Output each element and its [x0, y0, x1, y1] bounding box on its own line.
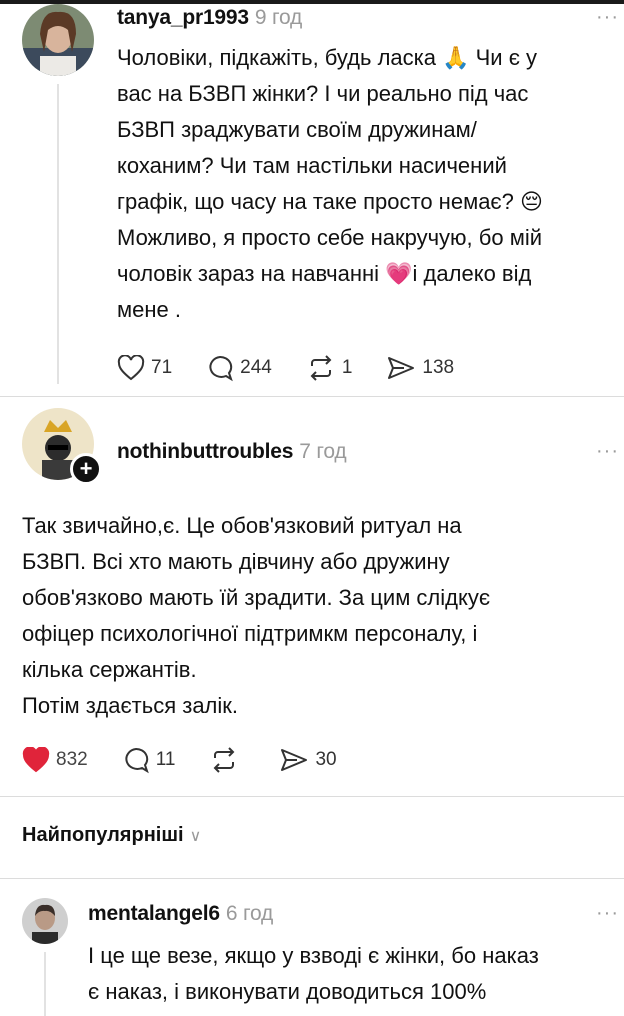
- post-actions: 832 11 30: [22, 746, 371, 774]
- avatar-mentalangel6[interactable]: [22, 898, 68, 944]
- post-text: Так звичайно,є. Це обов'язковий ритуал н…: [22, 508, 617, 724]
- sort-dropdown[interactable]: Найпопулярніші ∨: [22, 824, 201, 847]
- divider: [0, 796, 624, 797]
- reply-time: 6 год: [225, 902, 274, 925]
- username-text[interactable]: mentalangel6: [88, 902, 220, 925]
- chevron-down-icon: ∨: [189, 828, 202, 845]
- thread-line: [57, 84, 59, 384]
- text-line: Так звичайно,є. Це обов'язковий ритуал н…: [22, 513, 462, 538]
- avatar-tanya[interactable]: [22, 4, 94, 76]
- post-username[interactable]: tanya_pr1993 9 год: [117, 6, 302, 30]
- reply-username[interactable]: mentalangel6 6 год: [88, 902, 273, 926]
- divider: [0, 878, 624, 879]
- comment-button[interactable]: 11: [122, 746, 176, 774]
- share-button[interactable]: 30: [279, 747, 337, 773]
- like-button[interactable]: 71: [117, 355, 172, 381]
- repost-button[interactable]: [209, 747, 245, 773]
- send-icon: [388, 357, 415, 379]
- text-line: офіцер психологічної підтримкм персоналу…: [22, 621, 478, 646]
- comment-count: 11: [155, 749, 176, 770]
- divider: [0, 396, 624, 397]
- text-line: БЗВП. Всі хто мають дівчину або дружину: [22, 549, 450, 574]
- status-strip: [0, 0, 624, 4]
- follow-button[interactable]: +: [70, 453, 102, 485]
- repost-button[interactable]: 1: [306, 355, 353, 381]
- post-time: 7 год: [299, 440, 347, 463]
- send-icon: [281, 749, 308, 771]
- like-count: 832: [56, 749, 88, 770]
- comment-icon: [125, 747, 149, 774]
- share-button[interactable]: 138: [386, 355, 454, 381]
- text-line: є наказ, і виконувати доводиться 100%: [88, 979, 487, 1004]
- post-text: Чоловіки, підкажіть, будь ласка 🙏 Чи є у…: [117, 40, 617, 328]
- text-line: обов'язково мають їй зрадити. За цим слі…: [22, 585, 491, 610]
- like-count: 71: [151, 357, 173, 378]
- text-line: графік, що часу на таке просто немає? 😔: [117, 189, 543, 214]
- repost-icon: [214, 747, 235, 773]
- sort-label: Найпопулярніші: [22, 824, 184, 846]
- more-options-button[interactable]: ···: [596, 902, 619, 925]
- post-username[interactable]: nothinbuttroubles 7 год: [117, 440, 347, 464]
- text-line: Чоловіки, підкажіть, будь ласка 🙏 Чи є у: [117, 45, 538, 70]
- share-count: 138: [422, 357, 455, 378]
- post-actions: 71 244 1 138: [117, 354, 488, 382]
- text-line: БЗВП зраджувати своїм дружинам/: [117, 117, 477, 142]
- comment-button[interactable]: 244: [206, 354, 272, 382]
- heart-icon: [117, 355, 145, 381]
- text-line: чоловік зараз на навчанні 💗і далеко від: [117, 261, 532, 286]
- thread-line: [44, 952, 46, 1016]
- text-line: Можливо, я просто себе накручую, бо мій: [117, 225, 543, 250]
- post-time: 9 год: [254, 6, 303, 29]
- more-options-button[interactable]: ···: [596, 6, 619, 29]
- like-button[interactable]: 832: [22, 747, 88, 773]
- repost-icon: [310, 355, 332, 381]
- repost-count: 1: [341, 357, 353, 378]
- text-line: кілька сержантів.: [22, 657, 197, 682]
- share-count: 30: [315, 749, 337, 770]
- heart-filled-icon: [22, 747, 50, 773]
- comment-count: 244: [240, 357, 272, 378]
- more-options-button[interactable]: ···: [596, 440, 619, 463]
- text-line: коханим? Чи там настільки насичений: [117, 153, 507, 178]
- username-text[interactable]: tanya_pr1993: [117, 6, 249, 29]
- username-text[interactable]: nothinbuttroubles: [117, 440, 293, 463]
- text-line: мене .: [117, 297, 181, 322]
- comment-icon: [209, 355, 233, 382]
- text-line: І це ще везе, якщо у взводі є жінки, бо …: [88, 943, 539, 968]
- text-line: Потім здається залік.: [22, 693, 239, 718]
- reply-text: І це ще везе, якщо у взводі є жінки, бо …: [88, 938, 618, 1010]
- text-line: вас на БЗВП жінки? І чи реально під час: [117, 81, 529, 106]
